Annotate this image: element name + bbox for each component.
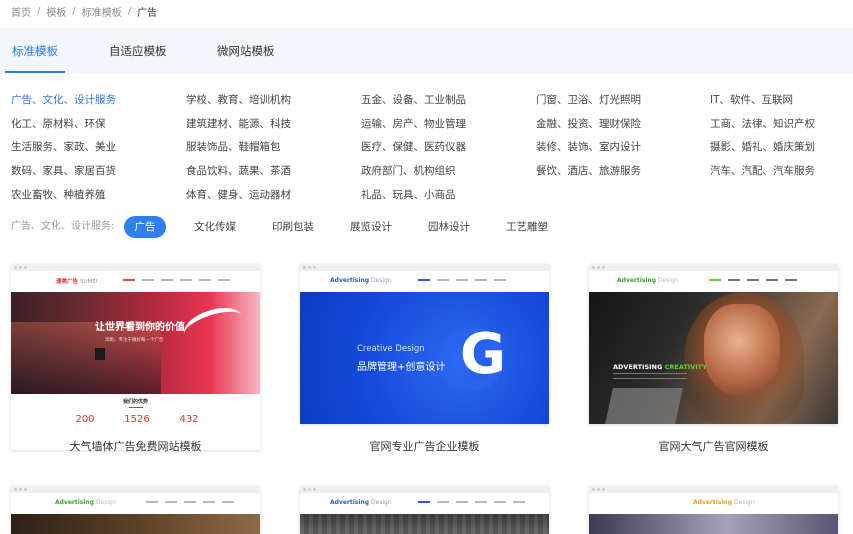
category-item[interactable]: 学校、教育、培训机构	[186, 93, 291, 107]
category-item[interactable]: 礼品、玩具、小商品	[361, 188, 456, 202]
preview-hero-image	[300, 514, 549, 534]
preview-hero-image	[589, 514, 838, 534]
subcategory-pill[interactable]: 文化传媒	[194, 216, 236, 238]
breadcrumb-separator: /	[37, 5, 41, 17]
browser-chrome	[11, 486, 260, 493]
category-item[interactable]: 餐饮、酒店、旅游服务	[536, 164, 641, 178]
template-thumbnail[interactable]: Advertising Design G Creative Design 品牌管…	[300, 264, 549, 424]
preview-banner-rule	[613, 373, 687, 379]
preview-banner-text: ADVERTISING CREATIVITY	[613, 363, 707, 371]
template-thumbnail[interactable]: Advertising Design	[300, 486, 549, 534]
browser-chrome	[589, 486, 838, 493]
tab-responsive-templates[interactable]: 自适应模板	[109, 28, 167, 74]
category-item[interactable]: 装修、装饰、室内设计	[536, 140, 641, 154]
category-item[interactable]: 金融、投资、理财保险	[536, 117, 641, 131]
breadcrumb-templates-link[interactable]: 模板	[46, 4, 66, 19]
subcategory-pill[interactable]: 印刷包装	[272, 216, 314, 238]
template-type-tabs: 标准模板 自适应模板 微网站模板	[0, 28, 853, 74]
breadcrumb-current: 广告	[137, 7, 158, 19]
tab-standard-templates[interactable]: 标准模板	[12, 28, 58, 74]
breadcrumb: 首页 / 模板 / 标准模板 / 广告	[11, 4, 158, 19]
category-item[interactable]: 建筑建材、能源、科技	[186, 117, 291, 131]
browser-chrome	[300, 486, 549, 493]
active-tab-indicator	[5, 71, 65, 73]
category-item[interactable]: 农业畜牧、种植养殖	[11, 188, 106, 202]
preview-subline: 奔跑，专注于做好每一个广告	[105, 338, 164, 343]
preview-hero-image: G Creative Design 品牌管理+创意设计	[300, 292, 549, 424]
template-thumbnail[interactable]: 速美广告 SUMEI 让世界看到你的价值 奔跑，专注于做好每一个广告 我们的优势…	[11, 264, 260, 450]
subcategory-pill-ads[interactable]: 广告	[124, 216, 166, 238]
preview-nav-links	[418, 501, 525, 504]
laptop-image	[605, 388, 683, 424]
category-item[interactable]: 数码、家具、家居百货	[11, 164, 116, 178]
browser-chrome	[589, 264, 838, 271]
preview-cn-text: 品牌管理+创意设计	[357, 362, 446, 373]
woman-face-image	[704, 304, 780, 396]
template-thumbnail[interactable]: Advertising Design	[11, 486, 260, 534]
category-item[interactable]: 五金、设备、工业制品	[361, 93, 466, 107]
category-item[interactable]: 工商、法律、知识产权	[710, 117, 815, 131]
preview-nav-links	[709, 279, 797, 282]
preview-navbar: Advertising Design	[589, 493, 838, 514]
preview-hero-image	[11, 514, 260, 534]
template-card-title[interactable]: 大气墙体广告免费网站模板	[11, 438, 260, 454]
category-item[interactable]: 运输、房产、物业管理	[361, 117, 466, 131]
preview-stat: 200	[75, 414, 95, 425]
preview-nav-links	[146, 501, 234, 504]
swoosh-logo-icon	[179, 301, 247, 349]
subcategory-pill[interactable]: 展览设计	[350, 216, 392, 238]
preview-stat: 432	[179, 414, 199, 425]
preview-hero-image: ADVERTISING CREATIVITY	[589, 292, 838, 424]
category-item[interactable]: 化工、原材料、环保	[11, 117, 106, 131]
category-item[interactable]: 广告、文化、设计服务	[11, 93, 116, 107]
preview-logo: Advertising Design	[693, 499, 755, 506]
preview-letter-graphic: G	[460, 322, 506, 387]
preview-nav-links	[418, 279, 506, 282]
subcategory-pill[interactable]: 工艺雕塑	[506, 216, 548, 238]
preview-stat: 1526	[124, 414, 150, 425]
breadcrumb-separator: /	[72, 5, 76, 17]
category-item[interactable]: IT、软件、互联网	[710, 93, 793, 107]
category-item[interactable]: 食品饮料、蔬果、茶酒	[186, 164, 291, 178]
browser-chrome	[300, 264, 549, 271]
preview-section-underline	[129, 407, 143, 408]
category-item[interactable]: 医疗、保健、医药仪器	[361, 140, 466, 154]
category-item[interactable]: 生活服务、家政、美业	[11, 140, 116, 154]
preview-dark-block	[95, 348, 105, 360]
category-item[interactable]: 摄影、婚礼、婚庆策划	[710, 140, 815, 154]
preview-headline: 让世界看到你的价值	[95, 322, 185, 333]
preview-navbar: Advertising Design	[11, 493, 260, 514]
tab-micro-site-templates[interactable]: 微网站模板	[217, 28, 275, 74]
subcategory-filter-label: 广告、文化、设计服务:	[11, 221, 115, 232]
preview-hero-image: 让世界看到你的价值 奔跑，专注于做好每一个广告	[11, 292, 260, 394]
category-item[interactable]: 体育、健身、运动器材	[186, 188, 291, 202]
breadcrumb-separator: /	[127, 5, 132, 17]
template-thumbnail[interactable]: Advertising Design	[589, 486, 838, 534]
preview-navbar: 速美广告 SUMEI	[11, 271, 260, 292]
category-item[interactable]: 政府部门、机构组织	[361, 164, 456, 178]
subcategory-pill[interactable]: 园林设计	[428, 216, 470, 238]
template-thumbnail[interactable]: Advertising Design ADVERTISING CREATIVIT…	[589, 264, 838, 424]
preview-en-text: Creative Design	[357, 344, 425, 354]
breadcrumb-standard-link[interactable]: 标准模板	[82, 4, 122, 19]
category-item[interactable]: 门窗、卫浴、灯光照明	[536, 93, 641, 107]
preview-navbar: Advertising Design	[300, 271, 549, 292]
breadcrumb-home-link[interactable]: 首页	[11, 4, 31, 19]
preview-section-title: 我们的优势	[122, 399, 148, 405]
preview-logo: Advertising Design	[330, 499, 392, 506]
preview-logo: 速美广告 SUMEI	[56, 279, 98, 285]
preview-logo: Advertising Design	[55, 499, 117, 506]
browser-chrome	[11, 264, 260, 271]
preview-nav-links	[123, 279, 230, 282]
preview-navbar: Advertising Design	[589, 271, 838, 292]
template-card-title[interactable]: 官网专业广告企业模板	[300, 438, 549, 454]
category-item[interactable]: 汽车、汽配、汽车服务	[710, 164, 815, 178]
preview-navbar: Advertising Design	[300, 493, 549, 514]
preview-logo: Advertising Design	[330, 277, 392, 284]
preview-logo: Advertising Design	[617, 277, 679, 284]
category-item[interactable]: 服装饰品、鞋帽箱包	[186, 140, 281, 154]
template-card-title[interactable]: 官网大气广告官网模板	[589, 438, 838, 454]
